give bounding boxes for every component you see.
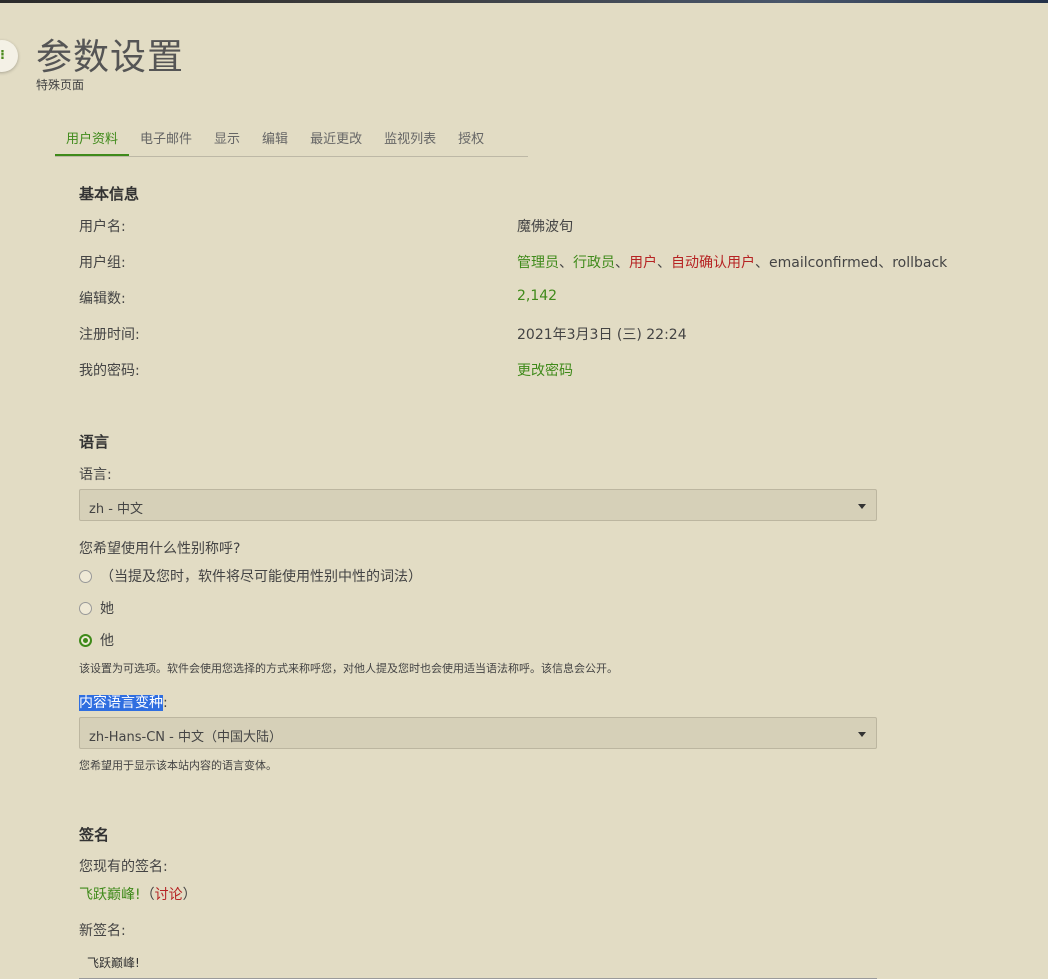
gender-option-neutral[interactable]: （当提及您时，软件将尽可能使用性别中性的词法） (79, 566, 422, 586)
language-label: 语言: (79, 467, 112, 483)
group-separator: 、 (657, 255, 671, 271)
content-variant-label: 内容语言变种: (79, 692, 168, 712)
gender-option-female-label: 她 (100, 601, 114, 617)
tab-recent-changes[interactable]: 最近更改 (299, 118, 373, 155)
talk-paren-close: ） (182, 887, 197, 903)
page-subtitle: 特殊页面 (36, 78, 85, 92)
group-link-admin[interactable]: 管理员 (517, 255, 559, 271)
tab-editing[interactable]: 编辑 (251, 118, 299, 155)
radio-button[interactable] (79, 601, 92, 615)
language-select[interactable]: zh - 中文 (79, 489, 877, 521)
tab-email[interactable]: 电子邮件 (129, 118, 203, 155)
talk-paren-open: （ (140, 887, 155, 903)
content-variant-select[interactable]: zh-Hans-CN - 中文（中国大陆） (79, 717, 877, 749)
group-link-autoconfirmed[interactable]: 自动确认用户 (671, 255, 755, 271)
page-title: 参数设置 (36, 37, 185, 78)
gender-option-male[interactable]: 他 (79, 630, 114, 650)
tab-appearance[interactable]: 显示 (203, 118, 251, 155)
content-variant-label-text: 内容语言变种 (79, 695, 163, 711)
tab-user-profile[interactable]: 用户资料 (55, 118, 130, 156)
new-signature-input-value: 飞跃巅峰! (87, 956, 140, 970)
content-variant-hint: 您希望用于显示该本站内容的语言变体。 (79, 759, 277, 772)
preferences-tabs: 用户资料 电子邮件 显示 编辑 最近更改 监视列表 授权 (55, 118, 528, 157)
current-signature-label: 您现有的签名: (79, 859, 168, 875)
gender-option-neutral-label: （当提及您时，软件将尽可能使用性别中性的词法） (100, 569, 422, 585)
group-link-user[interactable]: 用户 (629, 255, 657, 271)
password-label: 我的密码: (79, 363, 140, 379)
gender-question: 您希望使用什么性别称呼? (79, 541, 241, 557)
tab-watchlist[interactable]: 监视列表 (373, 118, 447, 155)
signature-user-link[interactable]: 飞跃巅峰! (79, 887, 141, 903)
side-panel-toggle[interactable]: ⁝ (0, 40, 18, 72)
gender-option-female[interactable]: 她 (79, 598, 114, 618)
registration-label: 注册时间: (79, 327, 140, 343)
dropdown-arrow-icon (858, 732, 866, 737)
username-label: 用户名: (79, 219, 126, 235)
new-signature-label: 新签名: (79, 923, 126, 939)
signature-talk-link[interactable]: 讨论 (155, 887, 183, 903)
content-variant-colon: : (163, 695, 168, 711)
user-groups-value: 管理员、行政员、用户、自动确认用户、emailconfirmed、rollbac… (517, 252, 947, 272)
registration-value: 2021年3月3日 (三) 22:24 (517, 327, 687, 343)
new-signature-input[interactable]: 飞跃巅峰! (79, 950, 877, 979)
content-variant-select-value: zh-Hans-CN - 中文（中国大陆） (89, 730, 282, 745)
current-signature-value: 飞跃巅峰!（讨论） (79, 884, 197, 904)
username-value: 魔佛波旬 (517, 219, 573, 235)
radio-button[interactable] (79, 569, 92, 583)
gender-option-male-label: 他 (100, 633, 114, 649)
drag-handle-icon: ⁝ (0, 48, 5, 63)
user-groups-label: 用户组: (79, 255, 126, 271)
edit-count-label: 编辑数: (79, 291, 126, 307)
radio-button-checked[interactable] (79, 633, 92, 647)
language-select-value: zh - 中文 (89, 502, 144, 517)
group-separator: 、 (615, 255, 629, 271)
section-language-title: 语言 (79, 433, 110, 451)
group-list-rest: 、emailconfirmed、rollback (755, 255, 948, 271)
section-signature-title: 签名 (79, 826, 110, 844)
gender-hint: 该设置为可选项。软件会使用您选择的方式来称呼您，对他人提及您时也会使用适当语法称… (79, 662, 618, 675)
change-password-link[interactable]: 更改密码 (517, 360, 573, 380)
group-separator: 、 (559, 255, 573, 271)
tab-authorization[interactable]: 授权 (447, 118, 495, 155)
section-basic-info-title: 基本信息 (79, 185, 140, 203)
edit-count-link[interactable]: 2,142 (517, 288, 557, 304)
dropdown-arrow-icon (858, 504, 866, 509)
window-top-strip (0, 0, 1048, 3)
group-link-bureaucrat[interactable]: 行政员 (573, 255, 615, 271)
